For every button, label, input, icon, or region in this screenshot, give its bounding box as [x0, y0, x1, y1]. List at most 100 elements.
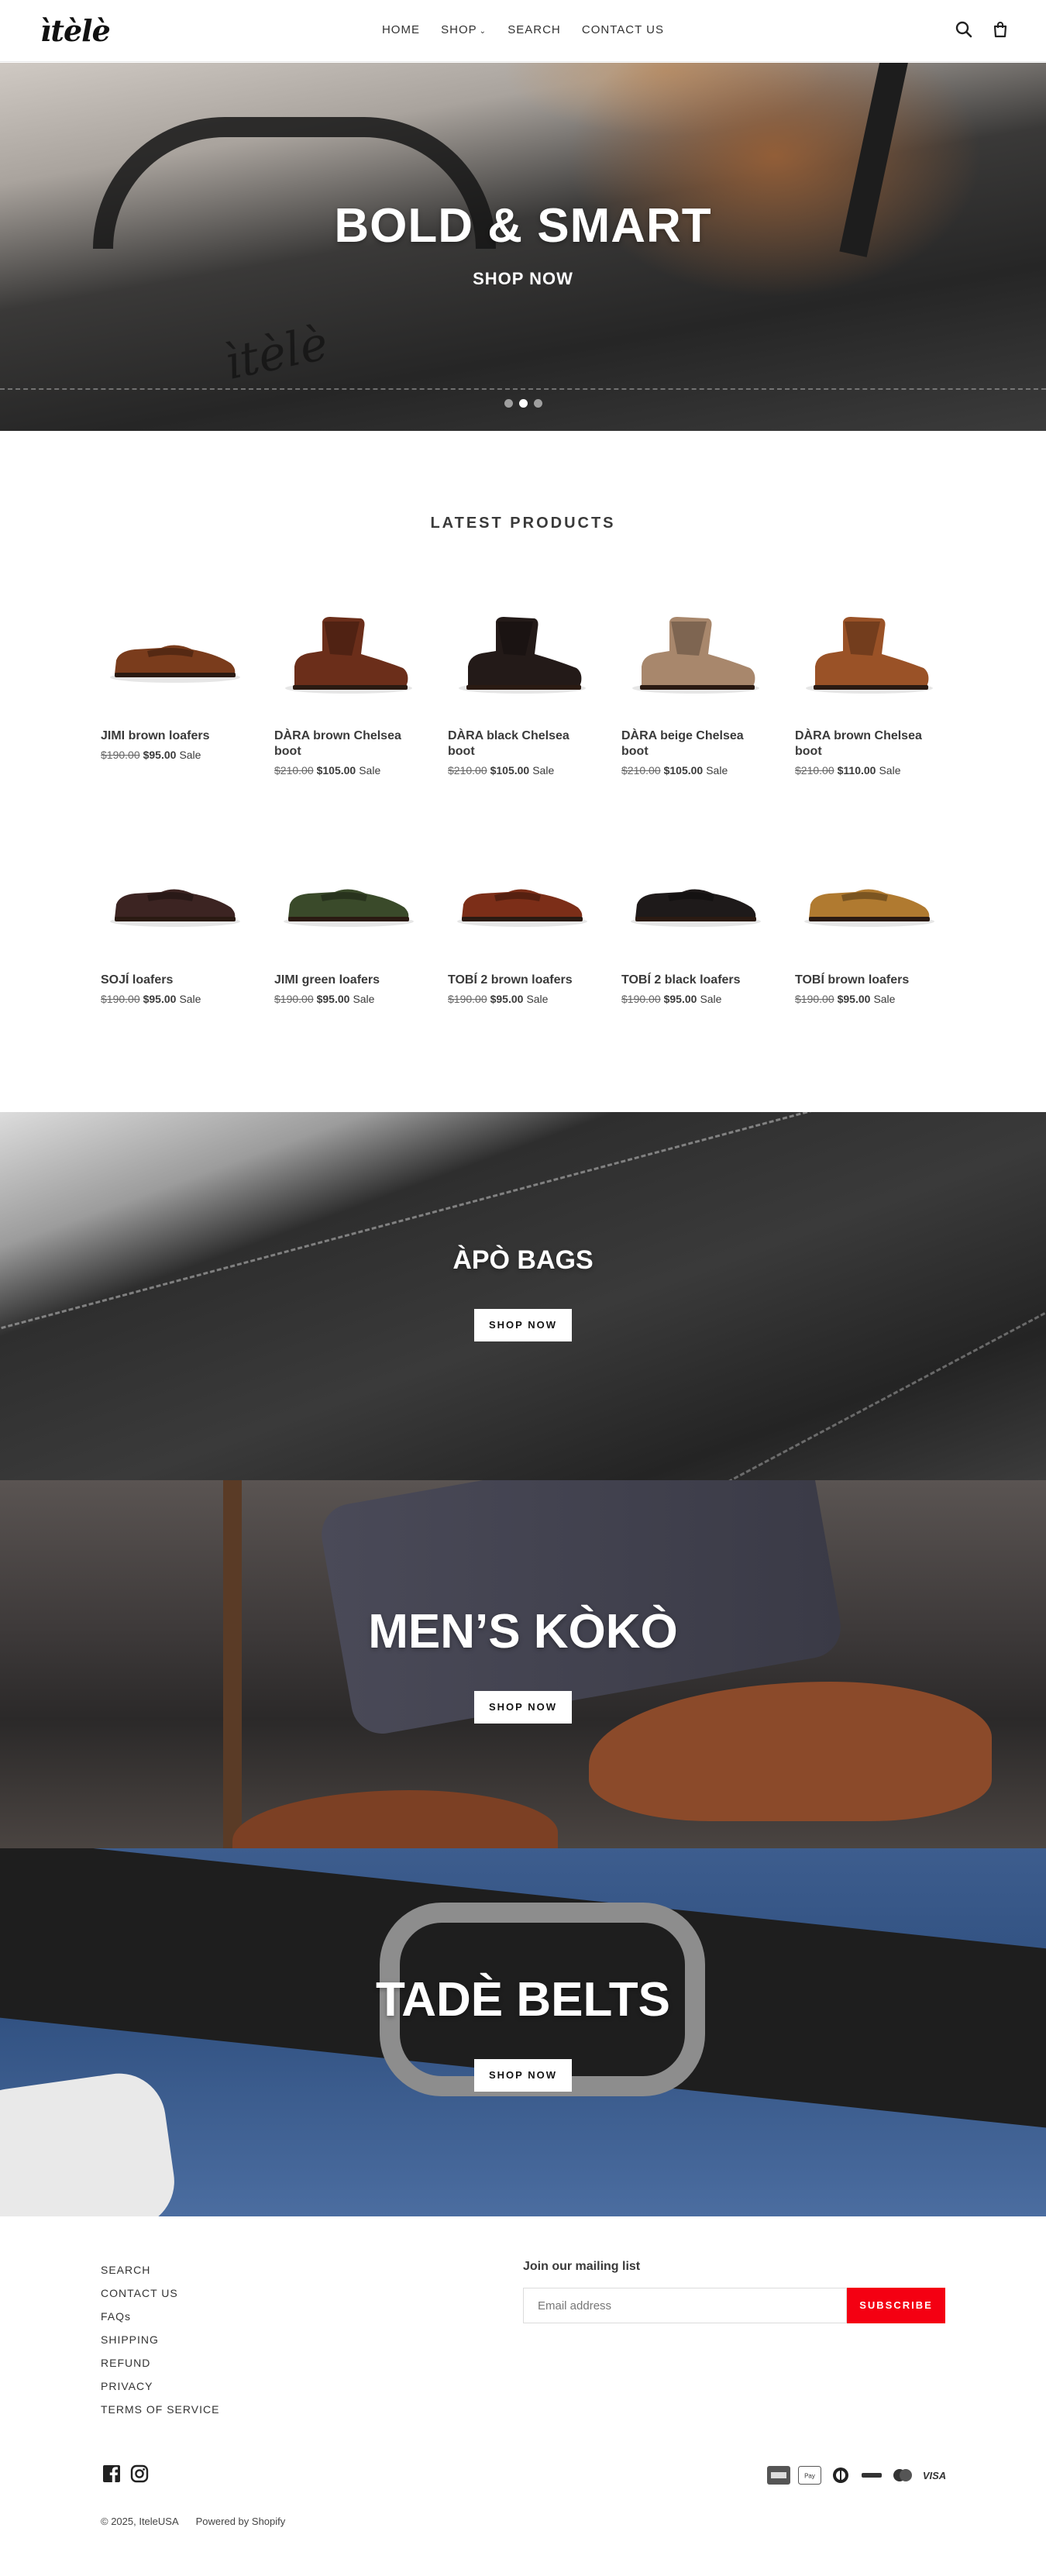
slide-dot-2[interactable] [518, 399, 528, 408]
powered-by-link[interactable]: Powered by Shopify [196, 2516, 286, 2527]
footer-link-privacy[interactable]: PRIVACY [101, 2375, 219, 2398]
product-card[interactable]: DÀRA brown Chelsea boot $210.00 $105.00 Sal… [274, 573, 420, 777]
product-name[interactable]: DÀRA brown Chelsea boot [274, 728, 420, 759]
product-name[interactable]: DÀRA beige Chelsea boot [621, 728, 767, 759]
product-card[interactable]: DÀRA beige Chelsea boot $210.00 $105.00 Sal… [621, 573, 767, 777]
product-name[interactable]: JIMI green loafers [274, 973, 420, 988]
product-name[interactable]: DÀRA brown Chelsea boot [795, 728, 941, 759]
original-price: $210.00 [274, 764, 314, 777]
product-image[interactable] [795, 573, 941, 719]
sale-badge: Sale [179, 749, 201, 761]
email-input[interactable] [523, 2288, 847, 2323]
product-image[interactable] [274, 818, 420, 963]
search-icon[interactable] [955, 20, 973, 39]
original-price: $210.00 [448, 764, 487, 777]
nav-shop[interactable]: SHOP ⌄ [441, 23, 487, 36]
copyright: © 2025, IteleUSA Powered by Shopify [101, 2516, 302, 2527]
discover-icon [860, 2466, 883, 2485]
product-image[interactable] [621, 573, 767, 719]
nav-contact-us[interactable]: CONTACT US [582, 23, 664, 36]
product-name[interactable]: DÀRA black Chelsea boot [448, 728, 594, 759]
product-price: $210.00 $105.00 Sale [274, 764, 420, 777]
product-image[interactable] [101, 818, 246, 963]
footer-link-search[interactable]: SEARCH [101, 2258, 219, 2282]
product-card[interactable]: JIMI green loafers $190.00 $95.00 Sale [274, 818, 420, 1005]
mastercard-icon [893, 2469, 912, 2481]
slide-dot-3[interactable] [533, 399, 542, 408]
sale-price: $95.00 [663, 993, 697, 1005]
main-nav: HOME SHOP ⌄ SEARCH CONTACT US [0, 23, 1046, 36]
koko-banner-title: MEN’S KÒKÒ [368, 1605, 678, 1658]
product-image[interactable] [795, 818, 941, 963]
hero-shop-now-button[interactable]: SHOP NOW [0, 269, 1046, 289]
product-card[interactable]: DÀRA black Chelsea boot $210.00 $105.00 Sal… [448, 573, 594, 777]
apple-pay-icon: Pay [798, 2466, 821, 2485]
product-price: $190.00 $95.00 Sale [621, 993, 767, 1005]
hero-stitching [0, 388, 1046, 390]
footer-links: SEARCH CONTACT US FAQs SHIPPING REFUND P… [101, 2258, 219, 2421]
footer-link-contact-us[interactable]: CONTACT US [101, 2282, 219, 2305]
leather-seam [0, 1112, 1046, 1335]
chevron-down-icon: ⌄ [479, 27, 487, 36]
sale-price: $105.00 [490, 764, 530, 777]
sale-price: $110.00 [837, 764, 876, 777]
koko-banner[interactable]: MEN’S KÒKÒ SHOP NOW [0, 1480, 1046, 1848]
footer-link-shipping[interactable]: SHIPPING [101, 2328, 219, 2351]
facebook-icon[interactable] [102, 2464, 121, 2483]
product-name[interactable]: SOJÍ loafers [101, 973, 246, 988]
sale-price: $105.00 [663, 764, 704, 777]
nav-home[interactable]: HOME [382, 23, 420, 36]
instagram-icon[interactable] [130, 2464, 149, 2483]
belts-banner[interactable]: TADÈ BELTS SHOP NOW [0, 1848, 1046, 2216]
footer-link-terms[interactable]: TERMS OF SERVICE [101, 2398, 219, 2421]
product-price: $210.00 $110.00 Sale [795, 764, 941, 777]
subscribe-button[interactable]: SUBSCRIBE [847, 2288, 945, 2323]
sale-badge: Sale [526, 993, 549, 1005]
product-image[interactable] [448, 818, 594, 963]
product-card[interactable]: TOBÍ brown loafers $190.00 $95.00 Sale [795, 818, 941, 1005]
nav-search[interactable]: SEARCH [508, 23, 561, 36]
shirt-cuff [0, 2067, 181, 2216]
sale-badge: Sale [179, 993, 201, 1005]
cart-icon[interactable] [991, 20, 1010, 39]
original-price: $190.00 [795, 993, 834, 1005]
koko-shop-now-button[interactable]: SHOP NOW [474, 1691, 572, 1724]
product-card[interactable]: JIMI brown loafers $190.00 $95.00 Sale [101, 573, 246, 761]
bags-shop-now-button[interactable]: SHOP NOW [474, 1309, 572, 1341]
original-price: $190.00 [101, 993, 140, 1005]
loafer-photo [589, 1682, 992, 1821]
slide-dot-1[interactable] [504, 399, 513, 408]
product-card[interactable]: SOJÍ loafers $190.00 $95.00 Sale [101, 818, 246, 1005]
product-price: $190.00 $95.00 Sale [448, 993, 594, 1005]
latest-products-title: LATEST PRODUCTS [430, 515, 616, 532]
belts-shop-now-button[interactable]: SHOP NOW [474, 2059, 572, 2092]
product-name[interactable]: TOBÍ 2 brown loafers [448, 973, 594, 988]
product-card[interactable]: DÀRA brown Chelsea boot $210.00 $110.00 Sal… [795, 573, 941, 777]
footer-link-refund[interactable]: REFUND [101, 2351, 219, 2375]
product-image[interactable] [621, 818, 767, 963]
site-header: ìtèlè HOME SHOP ⌄ SEARCH CONTACT US [0, 0, 1046, 62]
bags-banner-title: ÀPÒ BAGS [452, 1245, 594, 1275]
product-name[interactable]: JIMI brown loafers [101, 728, 246, 744]
product-image[interactable] [101, 573, 246, 719]
product-card[interactable]: TOBÍ 2 brown loafers $190.00 $95.00 Sale [448, 818, 594, 1005]
product-image[interactable] [274, 573, 420, 719]
chelsea-boot-photo [806, 617, 933, 694]
mailing-list-title: Join our mailing list [523, 2260, 641, 2273]
product-price: $210.00 $105.00 Sale [448, 764, 594, 777]
svg-text:VISA: VISA [923, 2470, 946, 2481]
product-name[interactable]: TOBÍ 2 black loafers [621, 973, 767, 988]
svg-text:Pay: Pay [804, 2473, 815, 2480]
product-price: $210.00 $105.00 Sale [621, 764, 767, 777]
product-name[interactable]: TOBÍ brown loafers [795, 973, 941, 988]
footer-link-faqs[interactable]: FAQs [101, 2305, 219, 2328]
product-card[interactable]: TOBÍ 2 black loafers $190.00 $95.00 Sale [621, 818, 767, 1005]
hero-slideshow: ìtèlè BOLD & SMART SHOP NOW [0, 63, 1046, 431]
product-price: $190.00 $95.00 Sale [274, 993, 420, 1005]
sale-price: $105.00 [316, 764, 356, 777]
american-express-icon [767, 2466, 790, 2485]
product-image[interactable] [448, 573, 594, 719]
original-price: $210.00 [621, 764, 661, 777]
bags-banner[interactable]: ÀPÒ BAGS SHOP NOW [0, 1112, 1046, 1480]
visa-icon: VISA [923, 2470, 946, 2481]
